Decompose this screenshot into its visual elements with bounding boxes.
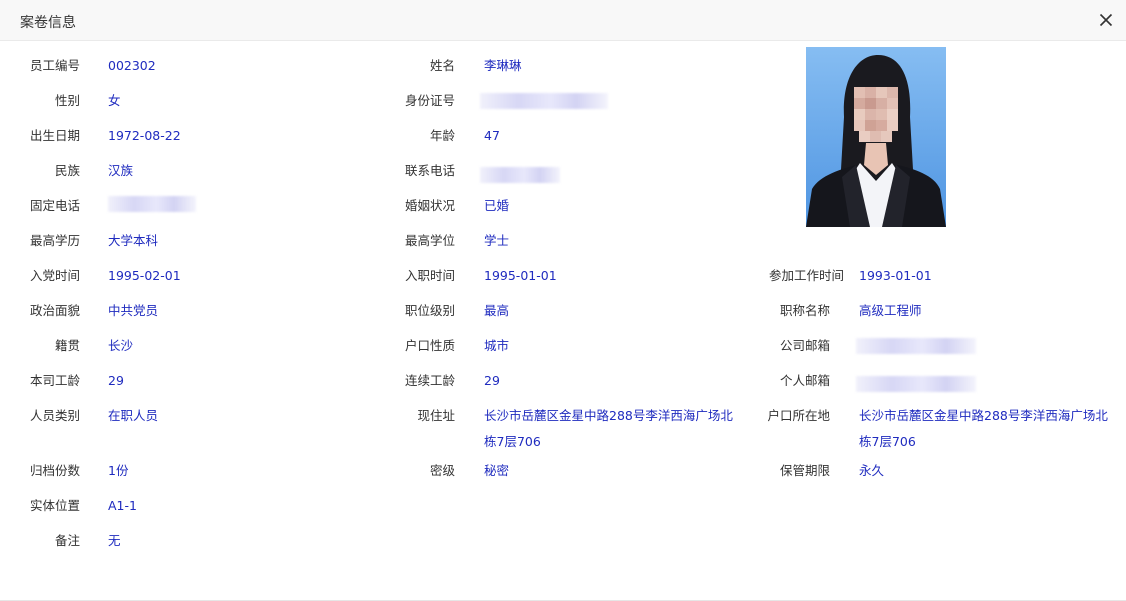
- work-email-value-redacted: [856, 338, 976, 354]
- hukou-addr-value: 长沙市岳麓区金星中路288号李洋西海广场北栋7层706: [859, 408, 1108, 449]
- phone-value-redacted: [480, 167, 560, 183]
- id-card-label: 身份证号: [404, 93, 455, 108]
- marital-value: 已婚: [484, 198, 510, 213]
- personal-email-value-redacted: [856, 376, 976, 392]
- marital-label: 婚姻状况: [404, 198, 455, 213]
- work-start-label: 参加工作时间: [768, 268, 844, 283]
- location-value: A1-1: [108, 498, 137, 513]
- portrait-image: [806, 47, 946, 227]
- dialog-titlebar: 案卷信息: [0, 0, 1126, 41]
- title-name-label: 职称名称: [779, 303, 830, 318]
- remark-value: 无: [108, 533, 121, 548]
- location-label: 实体位置: [29, 498, 80, 513]
- phone-label: 联系电话: [404, 163, 455, 178]
- close-icon: [1099, 13, 1113, 27]
- degree-value: 学士: [484, 233, 510, 248]
- archive-info-dialog: 案卷信息 员工编号 002302 姓名 李琳琳 性别 女 身份证号 出生日期 1…: [0, 0, 1126, 601]
- work-start-value: 1993-01-01: [859, 268, 932, 283]
- work-email-label: 公司邮箱: [779, 338, 830, 353]
- hukou-addr-label: 户口所在地: [767, 408, 830, 423]
- remark-label: 备注: [54, 533, 80, 548]
- age-value: 47: [484, 128, 500, 143]
- dialog-title: 案卷信息: [20, 15, 76, 31]
- close-button[interactable]: [1096, 10, 1116, 30]
- employee-photo: [806, 47, 946, 227]
- age-label: 年龄: [429, 128, 455, 143]
- retention-label: 保管期限: [779, 463, 830, 478]
- retention-value: 永久: [859, 463, 885, 478]
- personal-email-label: 个人邮箱: [779, 373, 830, 388]
- id-card-value-redacted: [480, 93, 608, 109]
- name-value: 李琳琳: [484, 58, 522, 73]
- name-label: 姓名: [429, 58, 455, 73]
- title-name-value: 高级工程师: [859, 303, 922, 318]
- face-pixelated: [854, 87, 898, 142]
- degree-label: 最高学位: [404, 233, 455, 248]
